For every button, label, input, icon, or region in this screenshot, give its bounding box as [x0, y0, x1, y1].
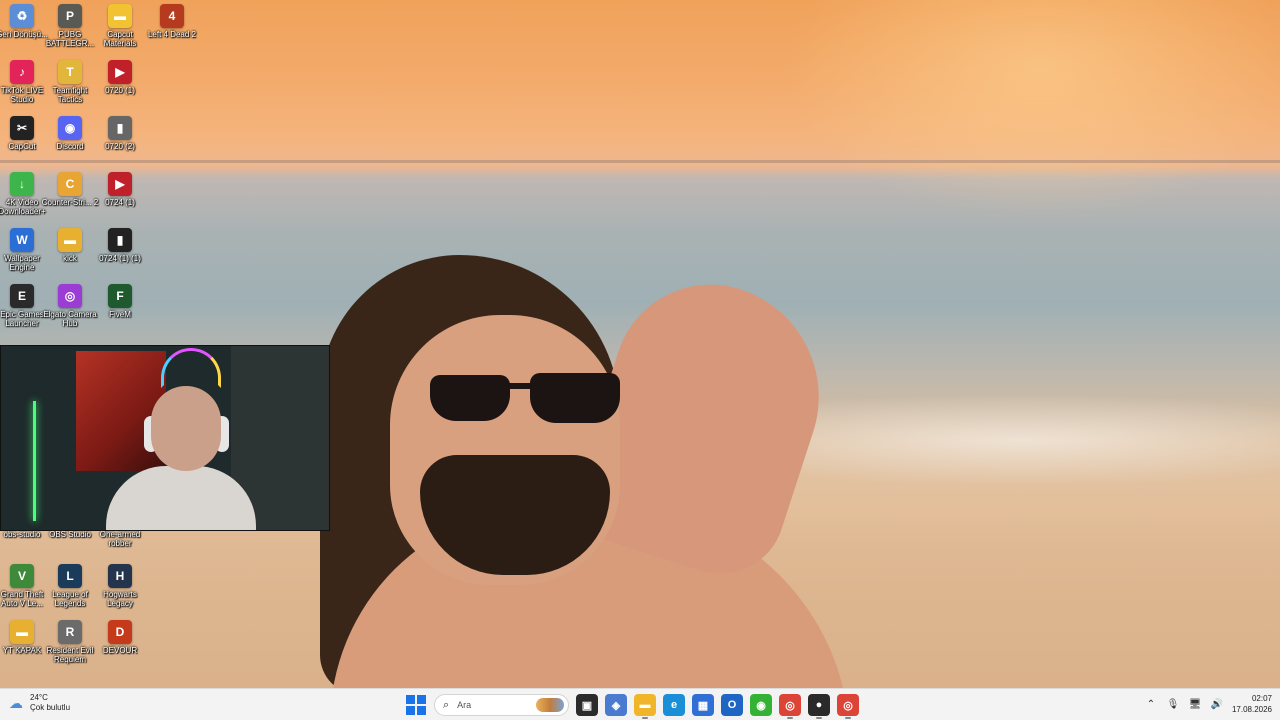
taskbar-app-chrome[interactable]: ◎ [779, 694, 801, 719]
hogwarts-icon: H [108, 564, 132, 588]
taskbar-app-file-explorer[interactable]: ▬ [634, 694, 656, 719]
edge-icon: e [670, 699, 678, 711]
clock[interactable]: 02:07 17.08.2026 [1232, 693, 1272, 715]
webcam-overlay [0, 345, 330, 531]
system-tray: ⌃ 🎙 🖥 🔊 02:07 17.08.2026 [1144, 693, 1272, 715]
search-placeholder: Ara [457, 700, 472, 710]
sea-horizon [0, 160, 1280, 163]
search-icon: ⌕ [443, 698, 450, 711]
video-file-icon: ▶ [108, 172, 132, 196]
left4dead-icon: 4 [160, 4, 184, 28]
wallpaper-engine-icon: W [10, 228, 34, 252]
taskbar-search[interactable]: ⌕ Ara [434, 694, 569, 716]
desktop-icon[interactable]: ▬ Capcut Materials [96, 2, 144, 58]
fivem-icon: F [108, 284, 132, 308]
cs2-icon: C [58, 172, 82, 196]
copilot-icon: ◈ [611, 699, 621, 712]
desktop-icon[interactable]: F FiveM [96, 282, 144, 338]
folder-icon: ▬ [58, 228, 82, 252]
desktop-icon[interactable]: ▮ 0724 (1) (1) [96, 226, 144, 282]
desktop-icon-label: 0720 (1) [105, 86, 135, 95]
taskbar-app-app-green[interactable]: ◉ [750, 694, 772, 716]
elgato-icon: ◎ [58, 284, 82, 308]
taskbar: ☁ 24°C Çok bulutlu ⌕ Ara ▣ ◈ ▬ e ▦ O ◉ ◎ ● ◎ ⌃ 🎙 🖥 🔊… [0, 688, 1280, 720]
weather-temp: 24°C [30, 693, 48, 702]
desktop-icon[interactable]: ▶ 0724 (1) [96, 170, 144, 226]
folder-icon: ▬ [10, 620, 34, 644]
chevron-up-icon[interactable]: ⌃ [1144, 699, 1158, 710]
folder-icon: ▬ [639, 699, 651, 711]
desktop-icon[interactable]: ▬ kick [46, 226, 94, 282]
desktop-icon[interactable]: ▶ 0720 (1) [96, 58, 144, 114]
volume-icon[interactable]: 🔊 [1210, 699, 1224, 710]
desktop-icon-label: One-armed robber [99, 530, 141, 548]
folder-icon: ▬ [108, 4, 132, 28]
taskbar-app-obs[interactable]: ● [808, 694, 830, 719]
pubg-icon: P [58, 4, 82, 28]
taskbar-app-copilot[interactable]: ◈ [605, 694, 627, 716]
taskbar-app-outlook[interactable]: O [721, 694, 743, 716]
devour-icon: D [108, 620, 132, 644]
chat-icon: ◉ [756, 699, 766, 712]
desktop-icon-label: Hogwarts Legacy [103, 590, 137, 608]
outlook-icon: O [727, 699, 737, 711]
windows-logo-icon [406, 695, 415, 704]
taskbar-app-task-view[interactable]: ▣ [576, 694, 598, 716]
chrome-icon: ◎ [785, 699, 795, 712]
lol-icon: L [58, 564, 82, 588]
tft-icon: T [58, 60, 82, 84]
capcut-icon: ✂ [10, 116, 34, 140]
desktop-icon-label: Left 4 Dead 2 [147, 30, 197, 39]
store-icon: ▦ [697, 699, 709, 712]
desktop-icon[interactable]: P PUBG BATTLEGR... [46, 2, 94, 58]
discord-icon: ◉ [58, 116, 82, 140]
desktop-icon[interactable]: H Hogwarts Legacy [96, 562, 144, 618]
desktop-icon-label: 0720 (2) [105, 142, 135, 151]
gta-icon: V [10, 564, 34, 588]
taskbar-app-chrome-2[interactable]: ◎ [837, 694, 859, 719]
sunset-glow [780, 0, 1280, 220]
clock-date: 17.08.2026 [1231, 705, 1272, 714]
video-file-icon: ▮ [108, 228, 132, 252]
desktop-icon[interactable]: R Resident Evil Requiem [46, 618, 94, 674]
epic-games-icon: E [10, 284, 34, 308]
video-file-icon: ▶ [108, 60, 132, 84]
desktop-icon[interactable]: T Teamfight Tactics [46, 58, 94, 114]
desktop-icon[interactable]: L League of Legends [46, 562, 94, 618]
desktop-icon[interactable]: ▮ 0720 (2) [96, 114, 144, 170]
chrome-icon: ◎ [843, 699, 853, 712]
desktop-icon-label: 0724 (1) [105, 198, 135, 207]
clock-time: 02:07 [1251, 694, 1272, 703]
desktop-icon-label: FiveM [109, 310, 131, 319]
taskbar-app-store[interactable]: ▦ [692, 694, 714, 716]
desktop-icon[interactable]: ◎ Elgato Camera Hub [43, 282, 97, 338]
start-button[interactable] [405, 694, 427, 716]
obs-icon: ● [815, 699, 823, 711]
cloud-sun-icon: ☁ [9, 694, 23, 711]
desktop-icon[interactable]: ◉ Discord [46, 114, 94, 170]
task-view-icon: ▣ [581, 699, 593, 712]
tiktok-icon: ♪ [10, 60, 34, 84]
taskbar-center: ⌕ Ara ▣ ◈ ▬ e ▦ O ◉ ◎ ● ◎ [405, 692, 859, 719]
wallpaper-person [280, 255, 880, 688]
weather-widget[interactable]: ☁ 24°C Çok bulutlu [8, 693, 70, 713]
4k-downloader-icon: ↓ [10, 172, 34, 196]
desktop-icon-label: Capcut Materials [103, 30, 137, 48]
search-highlight-icon [536, 698, 564, 712]
taskbar-app-edge[interactable]: e [663, 694, 685, 716]
recycle-bin-icon: ♻ [10, 4, 34, 28]
desktop-icon[interactable]: C Counter-Stri... 2 [42, 170, 98, 226]
resident-evil-icon: R [58, 620, 82, 644]
desktop-icon-label: DEVOUR [102, 646, 138, 655]
microphone-icon[interactable]: 🎙 [1166, 699, 1180, 710]
desktop-icon[interactable]: D DEVOUR [96, 618, 144, 674]
desktop-icon[interactable]: 4 Left 4 Dead 2 [148, 2, 196, 58]
weather-condition: Çok bulutlu [30, 703, 71, 712]
desktop-wallpaper [0, 0, 1280, 688]
network-icon[interactable]: 🖥 [1188, 699, 1202, 710]
desktop-icon-label: 0724 (1) (1) [99, 254, 141, 263]
video-file-icon: ▮ [108, 116, 132, 140]
